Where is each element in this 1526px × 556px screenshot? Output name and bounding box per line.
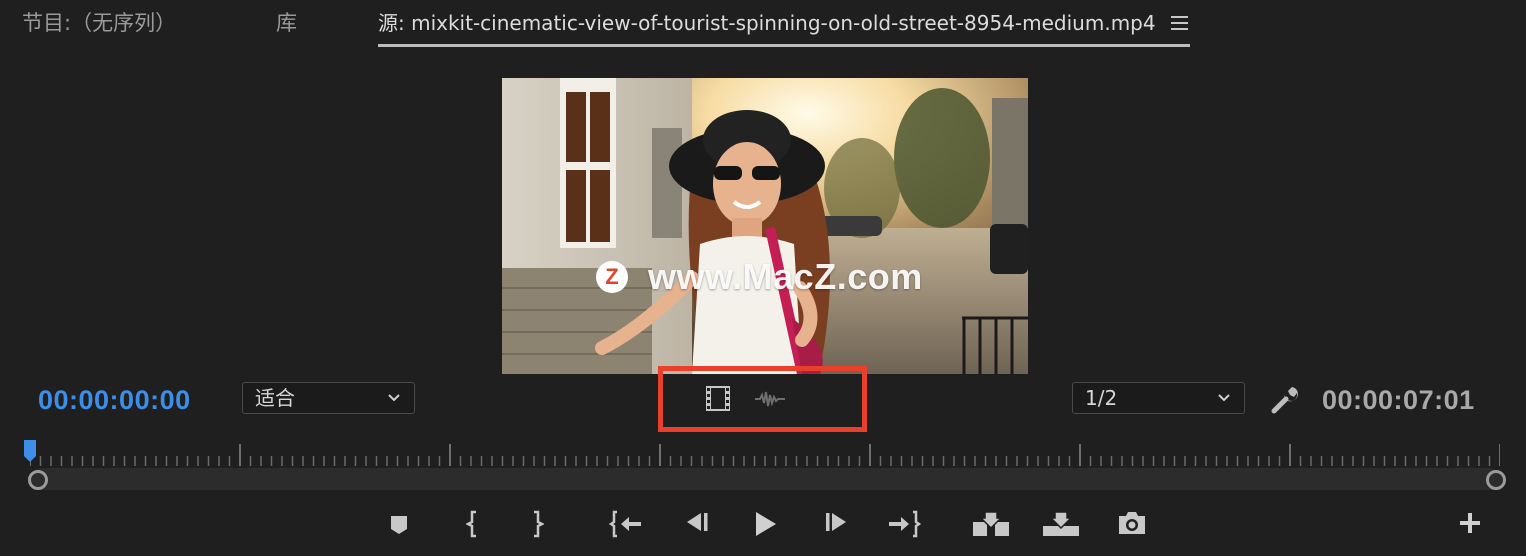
zoom-handle-start[interactable] xyxy=(28,470,48,490)
mark-out-icon xyxy=(534,510,544,538)
video-frame-image xyxy=(502,78,1028,374)
playhead-indicator[interactable] xyxy=(24,440,36,464)
playback-resolution-dropdown[interactable]: 1/2 xyxy=(1072,382,1245,414)
zoom-scroll-bar[interactable] xyxy=(30,468,1500,490)
step-forward-button[interactable] xyxy=(819,510,855,544)
go-to-out-icon xyxy=(889,510,921,538)
watermark-logo: Z xyxy=(596,261,628,293)
export-frame-button[interactable] xyxy=(1114,510,1150,544)
play-icon xyxy=(756,512,776,536)
overwrite-icon xyxy=(1043,511,1079,536)
add-marker-icon xyxy=(391,516,407,534)
source-monitor-panel: 节目:（无序列） 库 源: mixkit-cinematic-view-of-t… xyxy=(0,0,1526,556)
play-button[interactable] xyxy=(747,510,783,544)
time-ruler[interactable] xyxy=(30,440,1500,468)
export-frame-icon xyxy=(1119,512,1145,534)
film-strip-icon[interactable] xyxy=(705,385,731,412)
zoom-level-value: 适合 xyxy=(255,386,295,410)
go-to-out-button[interactable] xyxy=(886,510,922,544)
playback-resolution-value: 1/2 xyxy=(1085,386,1118,410)
go-to-in-icon xyxy=(609,510,641,538)
step-back-button[interactable] xyxy=(678,510,714,544)
wrench-icon[interactable] xyxy=(1268,383,1300,415)
audio-waveform-icon[interactable] xyxy=(755,389,785,409)
add-button[interactable] xyxy=(1452,510,1488,544)
zoom-level-dropdown[interactable]: 适合 xyxy=(242,382,415,414)
insert-icon xyxy=(973,511,1009,536)
active-tab-underline xyxy=(378,44,1190,47)
insert-button[interactable] xyxy=(971,510,1011,544)
step-back-icon xyxy=(687,513,708,531)
add-marker-button[interactable] xyxy=(381,510,417,544)
step-forward-icon xyxy=(826,513,846,531)
chevron-down-icon xyxy=(1218,394,1230,402)
go-to-in-button[interactable] xyxy=(608,510,644,544)
overwrite-button[interactable] xyxy=(1041,510,1081,544)
tab-libraries[interactable]: 库 xyxy=(276,8,297,38)
watermark-text: www.MacZ.com xyxy=(648,256,923,297)
tab-program-monitor[interactable]: 节目:（无序列） xyxy=(22,8,176,38)
current-timecode[interactable]: 00:00:00:00 xyxy=(38,385,191,416)
duration-timecode: 00:00:07:01 xyxy=(1322,385,1475,415)
chevron-down-icon xyxy=(388,394,400,402)
video-preview[interactable]: Z www.MacZ.com xyxy=(502,78,1028,374)
zoom-handle-end[interactable] xyxy=(1486,470,1506,490)
tab-source-monitor[interactable]: 源: mixkit-cinematic-view-of-tourist-spin… xyxy=(378,8,1156,38)
add-button-icon xyxy=(1460,513,1480,533)
hamburger-menu-icon[interactable] xyxy=(1171,16,1188,32)
mark-in-icon xyxy=(466,510,476,538)
mark-out-button[interactable] xyxy=(519,510,555,544)
mark-in-button[interactable] xyxy=(455,510,491,544)
